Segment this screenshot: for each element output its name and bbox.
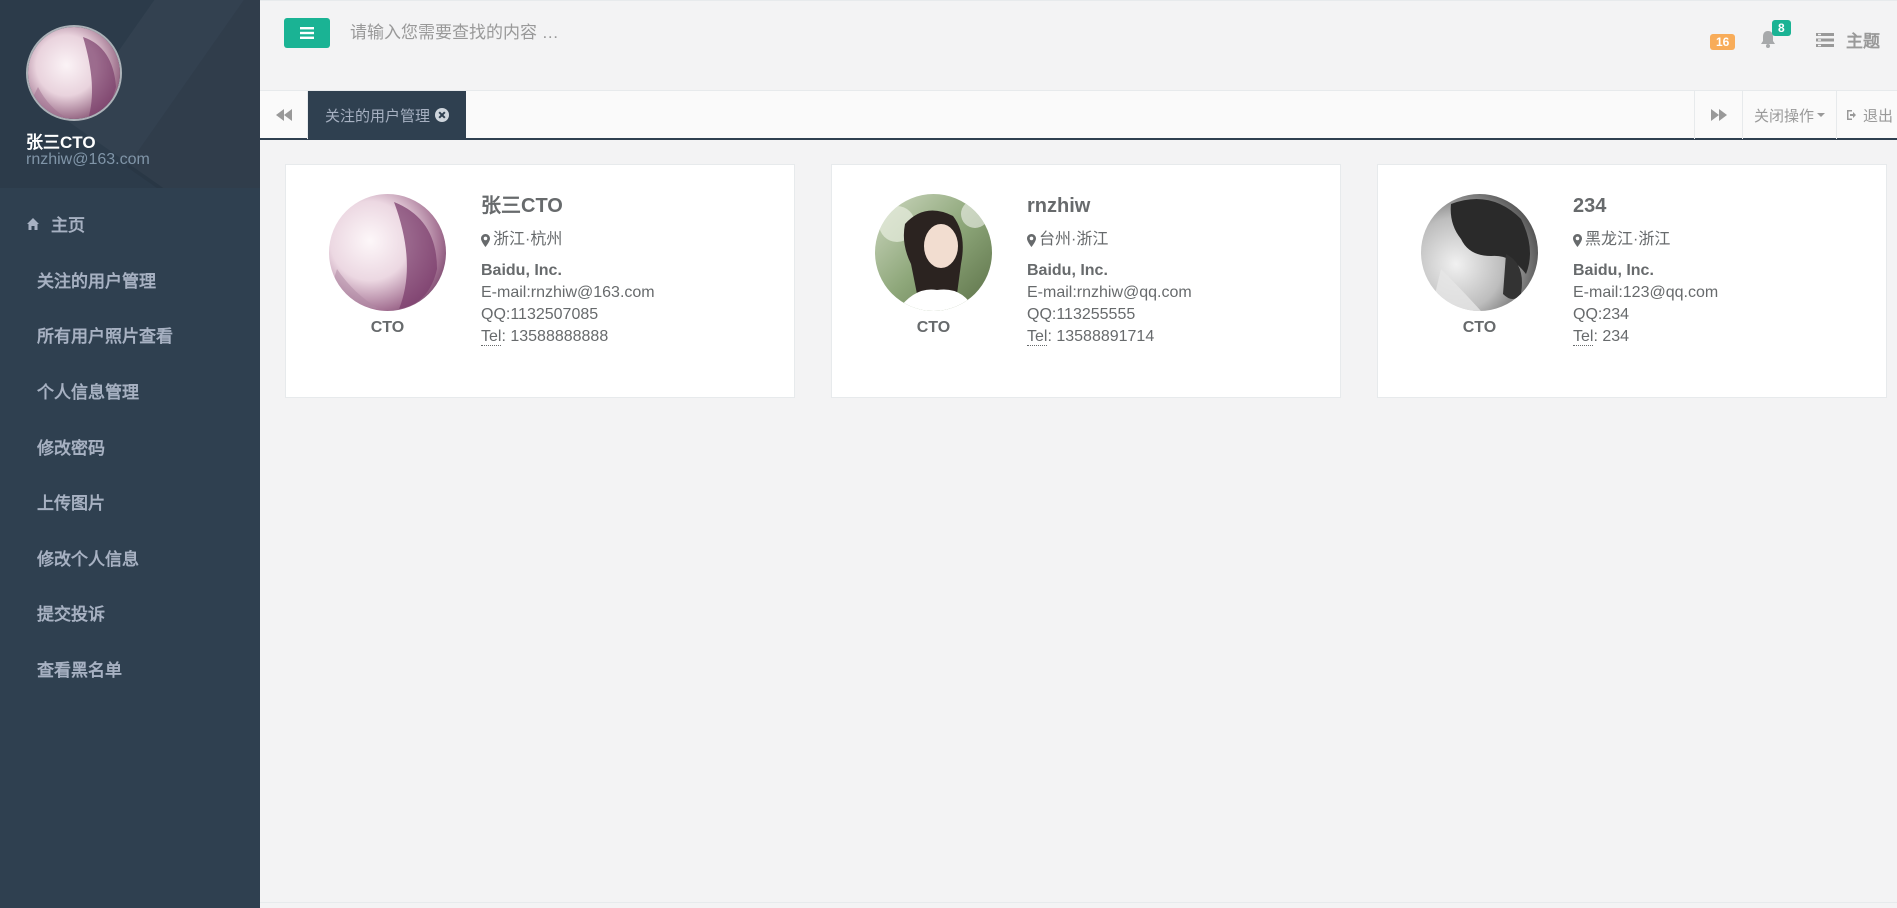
contact-role: CTO <box>916 319 951 336</box>
contact-tel-value: : 13588888888 <box>501 328 609 345</box>
theme-label: 主题 <box>1846 32 1880 51</box>
sidebar-item-label: 关注的用户管理 <box>37 271 156 291</box>
sidebar-item-label: 查看黑名单 <box>37 661 122 681</box>
messages-badge[interactable]: 16 <box>1710 34 1736 50</box>
contact-qq: QQ:1132507085 <box>481 306 599 323</box>
contact-card[interactable]: CTO 234 黑龙江·浙江 Baidu, Inc. E-mail:123@qq… <box>1377 164 1887 398</box>
contact-email: E-mail:rnzhiw@qq.com <box>1027 284 1192 301</box>
tabs-bar: 关注的用户管理 关闭操作 退出 <box>260 90 1897 140</box>
sidebar-item-submit-complaint[interactable]: 提交投诉 <box>0 585 260 641</box>
contact-info: 张三CTO 浙江·杭州 Baidu, Inc. E-mail:rnzhiw@16… <box>481 193 655 348</box>
contact-card[interactable]: CTO 张三CTO 浙江·杭州 Baidu, Inc. E-mail:rnzhi… <box>285 164 795 398</box>
contact-name: 张三CTO <box>481 195 563 217</box>
contact-role: CTO <box>1462 319 1497 336</box>
contact-email: E-mail:123@qq.com <box>1573 284 1719 301</box>
contact-location: 黑龙江·浙江 <box>1573 229 1718 251</box>
close-operations-dropdown[interactable]: 关闭操作 <box>1742 91 1836 139</box>
contact-qq: QQ:113255555 <box>1027 306 1136 323</box>
theme-button[interactable]: 主题 <box>1816 27 1880 52</box>
menu-toggle-button[interactable] <box>284 18 330 48</box>
contact-tel-label: Tel <box>481 328 502 346</box>
theme-icon <box>1816 32 1834 47</box>
close-circle-icon[interactable] <box>435 108 450 122</box>
sidebar-item-blacklist[interactable]: 查看黑名单 <box>0 641 260 697</box>
logout-label: 退出 <box>1863 107 1894 125</box>
sidebar-item-label: 修改密码 <box>37 438 105 458</box>
map-marker-icon <box>1027 233 1036 247</box>
main-content: CTO 张三CTO 浙江·杭州 Baidu, Inc. E-mail:rnzhi… <box>260 140 1897 902</box>
map-marker-icon <box>1573 233 1582 247</box>
sidebar-item-change-password[interactable]: 修改密码 <box>0 418 260 474</box>
profile-name[interactable]: 张三CTO <box>26 128 96 153</box>
backward-icon <box>275 109 292 121</box>
contact-qq: QQ:234 <box>1573 306 1630 323</box>
contact-location-text: 黑龙江·浙江 <box>1585 231 1671 248</box>
notifications-badge[interactable]: 8 <box>1772 20 1791 36</box>
logout-button[interactable]: 退出 <box>1836 91 1897 139</box>
tab-scroll-left-button[interactable] <box>260 91 308 139</box>
contact-tel-value: : 234 <box>1593 328 1630 345</box>
profile-email: rnzhiw@163.com <box>26 151 150 168</box>
contact-card[interactable]: CTO rnzhiw 台州·浙江 Baidu, Inc. E-mail:rnzh… <box>831 164 1341 398</box>
sidebar-item-home[interactable]: 主页 <box>0 196 260 252</box>
sidebar-item-label: 所有用户照片查看 <box>37 327 173 347</box>
contact-company: Baidu, Inc. <box>1573 262 1654 279</box>
contact-tel-label: Tel <box>1027 328 1048 346</box>
forward-icon <box>1710 109 1727 121</box>
tab-label: 关注的用户管理 <box>325 107 431 125</box>
home-icon <box>27 217 39 230</box>
contact-role: CTO <box>370 319 405 336</box>
profile-avatar[interactable] <box>26 25 122 121</box>
sidebar-item-label: 修改个人信息 <box>37 549 139 569</box>
contact-tel: Tel: 13588888888 <box>481 326 655 348</box>
contact-location: 浙江·杭州 <box>481 229 655 251</box>
tab-scroll-right-button[interactable] <box>1694 91 1742 139</box>
caret-down-icon <box>1817 113 1825 117</box>
contact-email: E-mail:rnzhiw@163.com <box>481 284 655 301</box>
contact-info: rnzhiw 台州·浙江 Baidu, Inc. E-mail:rnzhiw@q… <box>1027 193 1192 348</box>
top-navbar: 16 8 主题 <box>260 0 1897 90</box>
sidebar-item-upload-image[interactable]: 上传图片 <box>0 474 260 530</box>
sidebar-item-profile-management[interactable]: 个人信息管理 <box>0 363 260 419</box>
sidebar-item-label: 上传图片 <box>37 494 105 514</box>
contact-avatar <box>1421 194 1538 311</box>
contact-tel: Tel: 234 <box>1573 326 1718 348</box>
search-input[interactable] <box>350 17 950 49</box>
contact-avatar <box>329 194 446 311</box>
sidebar-item-label: 提交投诉 <box>37 605 105 625</box>
contact-company: Baidu, Inc. <box>1027 262 1108 279</box>
contact-location: 台州·浙江 <box>1027 229 1192 251</box>
menu-icon <box>300 27 314 39</box>
profile-panel: 张三CTO rnzhiw@163.com <box>0 0 260 188</box>
sidebar-nav: 主页 关注的用户管理 所有用户照片查看 个人信息管理 修改密码 上传图片 修改个… <box>0 196 260 696</box>
sign-out-icon <box>1847 110 1856 120</box>
sidebar-item-all-photos[interactable]: 所有用户照片查看 <box>0 307 260 363</box>
sidebar-item-label: 主页 <box>51 216 85 236</box>
contact-company: Baidu, Inc. <box>481 262 562 279</box>
contact-tel-label: Tel <box>1573 328 1594 346</box>
sidebar-item-followed-users[interactable]: 关注的用户管理 <box>0 252 260 308</box>
sidebar-item-label: 个人信息管理 <box>37 383 139 403</box>
sidebar: 张三CTO rnzhiw@163.com 主页 关注的用户管理 所有用户照片查看… <box>0 0 260 908</box>
contact-name: rnzhiw <box>1027 195 1091 217</box>
contact-location-text: 浙江·杭州 <box>493 231 563 248</box>
contact-tel: Tel: 13588891714 <box>1027 326 1192 348</box>
sidebar-item-edit-profile[interactable]: 修改个人信息 <box>0 530 260 586</box>
contact-name: 234 <box>1573 195 1607 217</box>
contact-location-text: 台州·浙江 <box>1039 231 1109 248</box>
close-operations-label: 关闭操作 <box>1753 107 1814 125</box>
map-marker-icon <box>481 233 490 247</box>
contact-tel-value: : 13588891714 <box>1047 328 1155 345</box>
contact-avatar <box>875 194 992 311</box>
tab-followed-users[interactable]: 关注的用户管理 <box>308 91 467 139</box>
footer-divider <box>260 902 1897 903</box>
contact-info: 234 黑龙江·浙江 Baidu, Inc. E-mail:123@qq.com… <box>1573 193 1718 348</box>
